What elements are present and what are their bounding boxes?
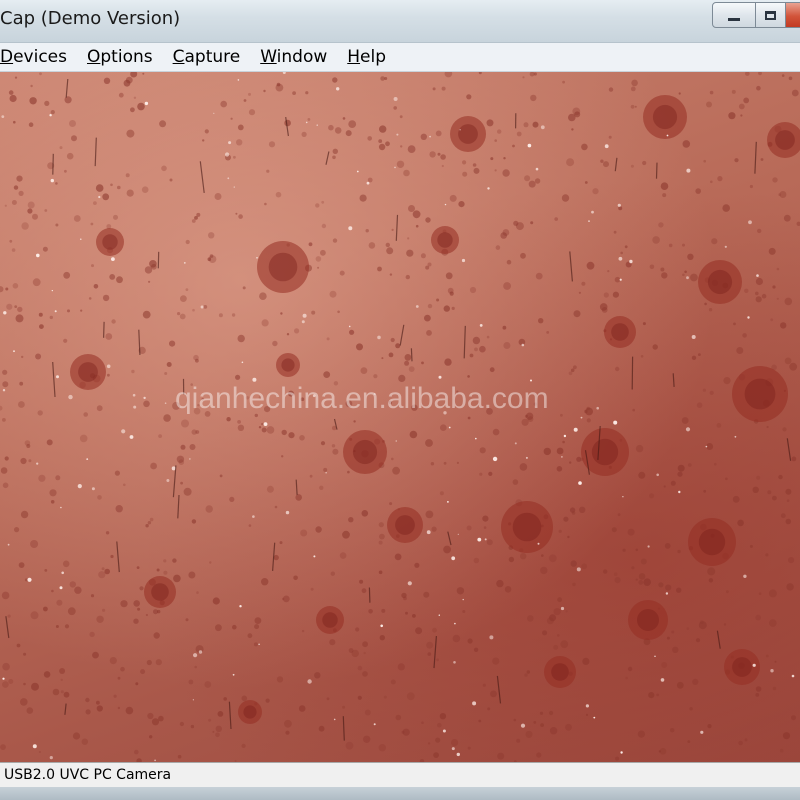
watermark-text: qianhechina.en.alibaba.com (175, 382, 549, 415)
menu-window[interactable]: Window (260, 47, 327, 67)
window-bottom-edge (0, 787, 800, 800)
menu-help[interactable]: Help (347, 47, 386, 67)
menu-devices[interactable]: Devices (0, 47, 67, 67)
camera-preview: qianhechina.en.alibaba.com (0, 72, 800, 762)
minimize-button[interactable] (712, 2, 756, 28)
menu-capture[interactable]: Capture (173, 47, 241, 67)
skin-texture (0, 72, 800, 762)
maximize-button[interactable] (756, 2, 786, 28)
maximize-icon (765, 10, 776, 20)
status-text: USB2.0 UVC PC Camera (4, 767, 172, 783)
window-title: Cap (Demo Version) (0, 8, 181, 29)
app-window: Cap (Demo Version) Devices Options Captu… (0, 0, 800, 800)
menu-bar: Devices Options Capture Window Help (0, 43, 800, 72)
title-bar[interactable]: Cap (Demo Version) (0, 0, 800, 43)
menu-options[interactable]: Options (87, 47, 153, 67)
status-bar: USB2.0 UVC PC Camera (0, 762, 800, 787)
minimize-icon (728, 17, 740, 21)
close-button[interactable] (786, 2, 800, 28)
